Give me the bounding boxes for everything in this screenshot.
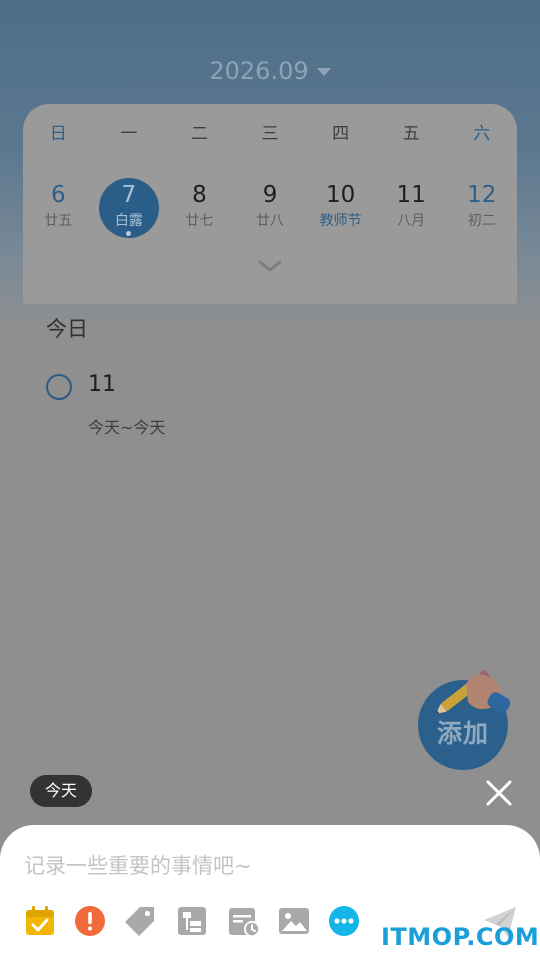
lunar-date: 初二: [467, 213, 496, 229]
task-date-range: 今天~今天: [88, 418, 166, 437]
day-number: 9: [262, 182, 278, 208]
task-checkbox[interactable]: [46, 374, 72, 400]
day-cell[interactable]: 8 廿七: [164, 178, 235, 244]
caret-down-icon: [316, 68, 331, 76]
date-chip[interactable]: 今天: [30, 775, 93, 807]
lunar-date: 廿八: [256, 213, 285, 229]
day-number: 6: [50, 182, 66, 208]
subtask-icon[interactable]: [176, 905, 208, 937]
lunar-date: 教师节: [319, 213, 362, 229]
weekday-label: 一: [120, 124, 138, 144]
day-cell[interactable]: 12 初二: [446, 178, 517, 244]
day-cell-selected[interactable]: 7 白露: [94, 178, 165, 244]
task-title[interactable]: 11: [88, 372, 116, 397]
weekday-label: 四: [332, 124, 350, 144]
reminder-icon[interactable]: [228, 905, 260, 937]
close-icon[interactable]: [484, 778, 514, 808]
calendar-icon[interactable]: [24, 905, 56, 937]
lunar-date: 廿七: [185, 213, 214, 229]
weekday-label: 日: [49, 124, 67, 144]
day-cell[interactable]: 6 廿五: [23, 178, 94, 244]
more-icon[interactable]: [328, 905, 360, 937]
day-number: 11: [396, 182, 426, 208]
weekday-label: 三: [261, 124, 279, 144]
day-cell[interactable]: 10 教师节: [305, 178, 376, 244]
month-label: 2026.09: [209, 57, 309, 85]
day-cell[interactable]: 11 八月: [376, 178, 447, 244]
weekday-header: 日 一 二 三 四 五 六: [23, 118, 517, 150]
section-title: 今日: [46, 317, 88, 341]
weekday-label: 六: [473, 124, 491, 144]
day-cell[interactable]: 9 廿八: [235, 178, 306, 244]
note-input[interactable]: [24, 846, 494, 886]
week-row: 6 廿五 7 白露 8 廿七 9 廿八 10 教师节 11 八月 12 初二: [23, 178, 517, 244]
lunar-date: 八月: [397, 213, 426, 229]
chevron-down-icon[interactable]: [258, 258, 282, 274]
image-icon[interactable]: [278, 905, 310, 937]
weekday-label: 二: [190, 124, 208, 144]
month-selector[interactable]: 2026.09: [0, 54, 540, 88]
lunar-date: 白露: [114, 213, 143, 229]
day-number: 8: [192, 182, 207, 208]
pencil-hand-icon: [435, 670, 511, 714]
day-number: 12: [467, 182, 497, 208]
weekday-label: 五: [402, 124, 420, 144]
tag-icon[interactable]: [124, 905, 156, 937]
watermark: ITMOP.COM: [381, 923, 540, 951]
priority-icon[interactable]: [74, 905, 106, 937]
day-number: 7: [121, 182, 137, 208]
day-number: 10: [325, 182, 356, 208]
lunar-date: 廿五: [44, 213, 73, 229]
